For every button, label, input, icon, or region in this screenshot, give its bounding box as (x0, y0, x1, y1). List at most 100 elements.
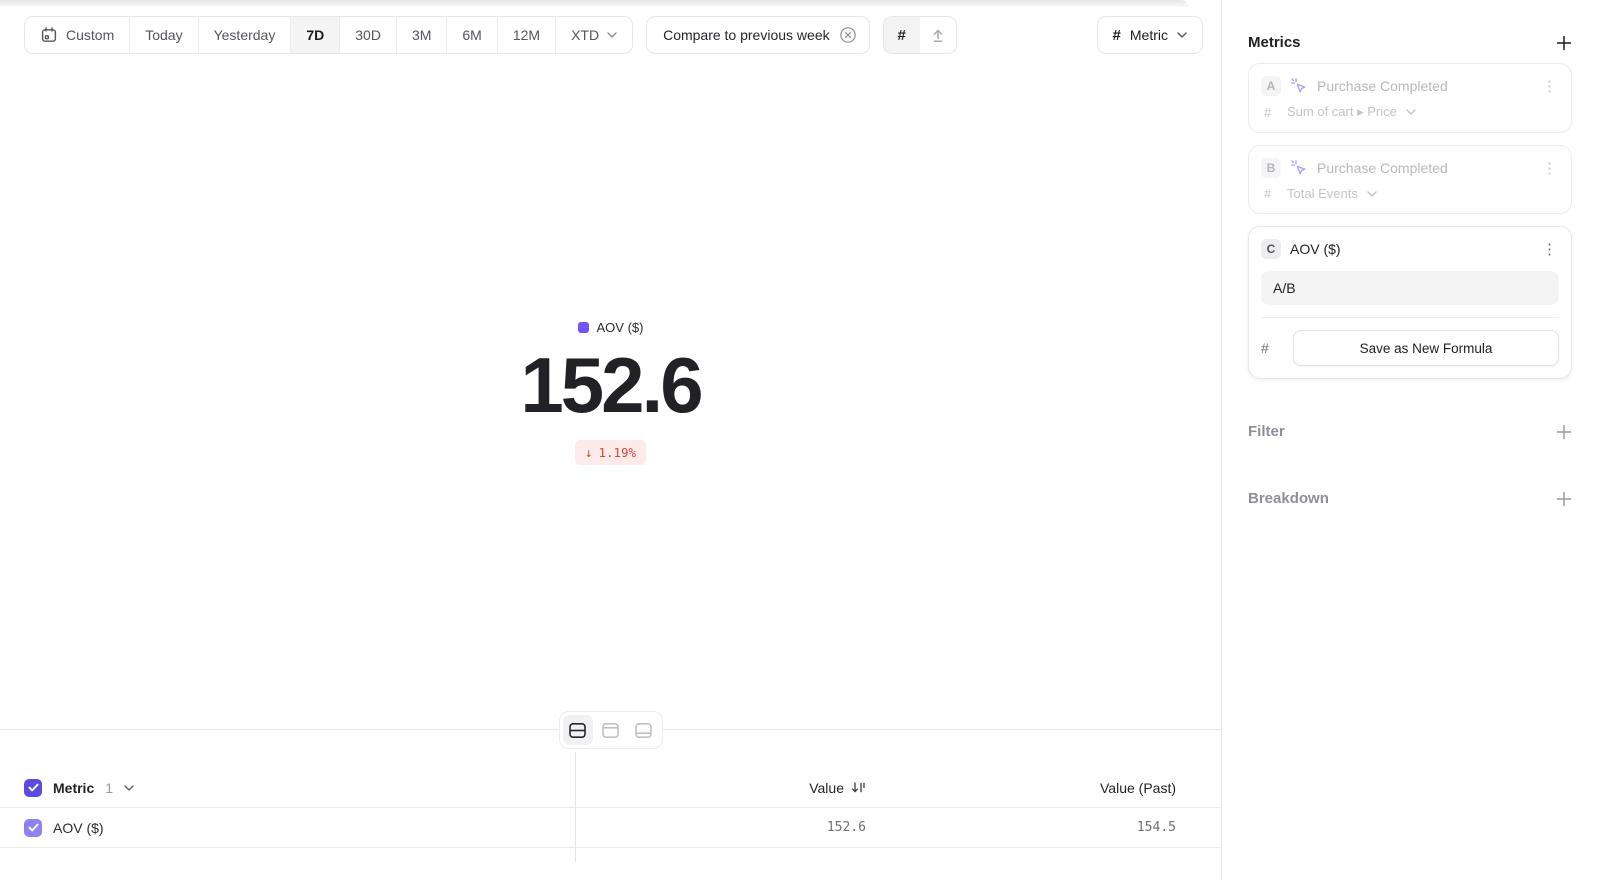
delta-value: 1.19% (598, 445, 636, 460)
main-panel: Custom Today Yesterday 7D 30D 3M 6M 12M … (0, 0, 1222, 880)
value-past-column-header[interactable]: Value (Past) (1100, 780, 1176, 796)
value-past-cell: 154.5 (1137, 820, 1176, 835)
measure-selector[interactable]: # Total Events (1261, 186, 1559, 201)
date-range-today[interactable]: Today (130, 17, 198, 53)
date-range-custom[interactable]: Custom (25, 17, 130, 53)
metric-group-label: Metric (53, 780, 94, 796)
formula-actions: # Save as New Formula (1261, 330, 1559, 366)
date-range-7d[interactable]: 7D (291, 17, 340, 53)
metric-menu-button[interactable]: ⋮ (1540, 159, 1559, 178)
metric-dropdown-label: Metric (1130, 27, 1168, 43)
chevron-down-icon (607, 32, 617, 38)
date-range-group: Custom Today Yesterday 7D 30D 3M 6M 12M … (24, 16, 633, 54)
metrics-section-header: Metrics (1248, 34, 1572, 51)
layout-panel-bottom-icon (634, 722, 653, 739)
date-range-30d[interactable]: 30D (340, 17, 397, 53)
metric-badge: B (1261, 158, 1281, 178)
card-divider (1261, 317, 1559, 318)
add-metric-button[interactable] (1556, 35, 1572, 51)
number-view-toggle[interactable]: # (884, 17, 920, 53)
metrics-title: Metrics (1248, 34, 1301, 51)
metric-menu-button[interactable]: ⋮ (1540, 77, 1559, 96)
arrow-up-from-line-icon (929, 26, 947, 44)
measure-label: Total Events (1287, 186, 1358, 201)
layout-panel-bottom-button[interactable] (629, 715, 659, 745)
metric-group-count: 1 (105, 780, 113, 796)
metric-row-label: AOV ($) (53, 820, 104, 836)
metric-row-cell: AOV ($) (0, 819, 575, 837)
measure-selector[interactable]: # Sum of cart ▸ Price (1261, 104, 1559, 120)
query-builder-sidebar: Metrics A Purchase Completed ⋮ # Sum of … (1222, 0, 1600, 880)
select-all-checkbox[interactable] (24, 779, 42, 797)
date-range-xtd[interactable]: XTD (556, 17, 632, 53)
layout-panel-top-icon (601, 722, 620, 739)
plus-icon (1556, 424, 1572, 440)
plus-icon (1556, 491, 1572, 507)
metric-event-name[interactable]: Purchase Completed (1317, 78, 1531, 94)
date-range-6m[interactable]: 6M (447, 17, 497, 53)
filter-section-header: Filter (1248, 423, 1572, 440)
formula-metric-name[interactable]: AOV ($) (1290, 241, 1531, 257)
compare-chip[interactable]: Compare to previous week (646, 16, 870, 54)
chevron-down-icon (1406, 109, 1416, 115)
filter-title: Filter (1248, 423, 1285, 440)
remove-compare-icon[interactable] (839, 26, 857, 44)
trend-view-toggle[interactable] (920, 17, 956, 53)
date-range-12m[interactable]: 12M (498, 17, 556, 53)
formula-input[interactable]: A/B (1261, 271, 1559, 305)
calendar-icon (40, 26, 58, 44)
metric-card-header: B Purchase Completed ⋮ (1261, 158, 1559, 178)
add-filter-button[interactable] (1556, 424, 1572, 440)
hash-icon: # (897, 27, 905, 44)
breakdown-section-header: Breakdown (1248, 490, 1572, 507)
hash-icon: # (1113, 27, 1121, 44)
layout-panel-top-button[interactable] (596, 715, 626, 745)
metric-badge: A (1261, 76, 1281, 96)
value-view-toggle-group: # (883, 16, 957, 54)
hash-icon: # (1261, 340, 1279, 356)
breakdown-title: Breakdown (1248, 490, 1329, 507)
value-cell: 152.6 (827, 820, 866, 835)
layout-split-icon (568, 722, 587, 739)
metric-card-c: C AOV ($) ⋮ A/B # Save as New Formula (1248, 226, 1572, 379)
event-sparkle-cursor-icon (1290, 159, 1308, 177)
row-checkbox[interactable] (24, 819, 42, 837)
metric-card-a: A Purchase Completed ⋮ # Sum of cart ▸ P… (1248, 63, 1572, 133)
table-column-divider (575, 752, 576, 862)
legend-label: AOV ($) (597, 320, 644, 335)
metric-event-name[interactable]: Purchase Completed (1317, 160, 1531, 176)
metric-card-header: A Purchase Completed ⋮ (1261, 76, 1559, 96)
results-table: Metric 1 Value Value (Past) (0, 768, 1222, 848)
value-column-header[interactable]: Value (809, 780, 866, 796)
event-sparkle-cursor-icon (1290, 77, 1308, 95)
hash-icon: # (1264, 186, 1278, 201)
toolbar: Custom Today Yesterday 7D 30D 3M 6M 12M … (24, 16, 1203, 54)
chevron-down-icon[interactable] (124, 785, 134, 791)
sheet-top-edge (0, 0, 1188, 7)
kpi-value: 152.6 (520, 345, 700, 427)
hash-icon: # (1264, 105, 1278, 120)
metric-badge: C (1261, 239, 1281, 259)
chevron-down-icon (1177, 32, 1187, 38)
plus-icon (1556, 35, 1572, 51)
layout-split-button[interactable] (563, 715, 593, 745)
metric-card-header: C AOV ($) ⋮ (1261, 239, 1559, 259)
kpi-display: AOV ($) 152.6 ↓ 1.19% (0, 56, 1221, 729)
metric-dropdown[interactable]: # Metric (1097, 16, 1203, 54)
date-range-3m[interactable]: 3M (397, 17, 447, 53)
table-header-row: Metric 1 Value Value (Past) (0, 768, 1222, 808)
add-breakdown-button[interactable] (1556, 491, 1572, 507)
legend-item[interactable]: AOV ($) (578, 320, 644, 335)
table-row: AOV ($) 152.6 154.5 (0, 808, 1222, 848)
layout-switcher (559, 711, 663, 749)
analytics-report: Custom Today Yesterday 7D 30D 3M 6M 12M … (0, 0, 1600, 880)
check-icon (28, 823, 39, 832)
metric-menu-button[interactable]: ⋮ (1540, 240, 1559, 259)
check-icon (28, 783, 39, 792)
compare-chip-label: Compare to previous week (663, 27, 830, 43)
arrow-down-icon: ↓ (585, 445, 593, 460)
sort-descending-icon (851, 781, 866, 794)
date-range-yesterday[interactable]: Yesterday (199, 17, 292, 53)
save-as-new-formula-button[interactable]: Save as New Formula (1293, 330, 1559, 366)
date-range-label: Custom (66, 27, 114, 43)
